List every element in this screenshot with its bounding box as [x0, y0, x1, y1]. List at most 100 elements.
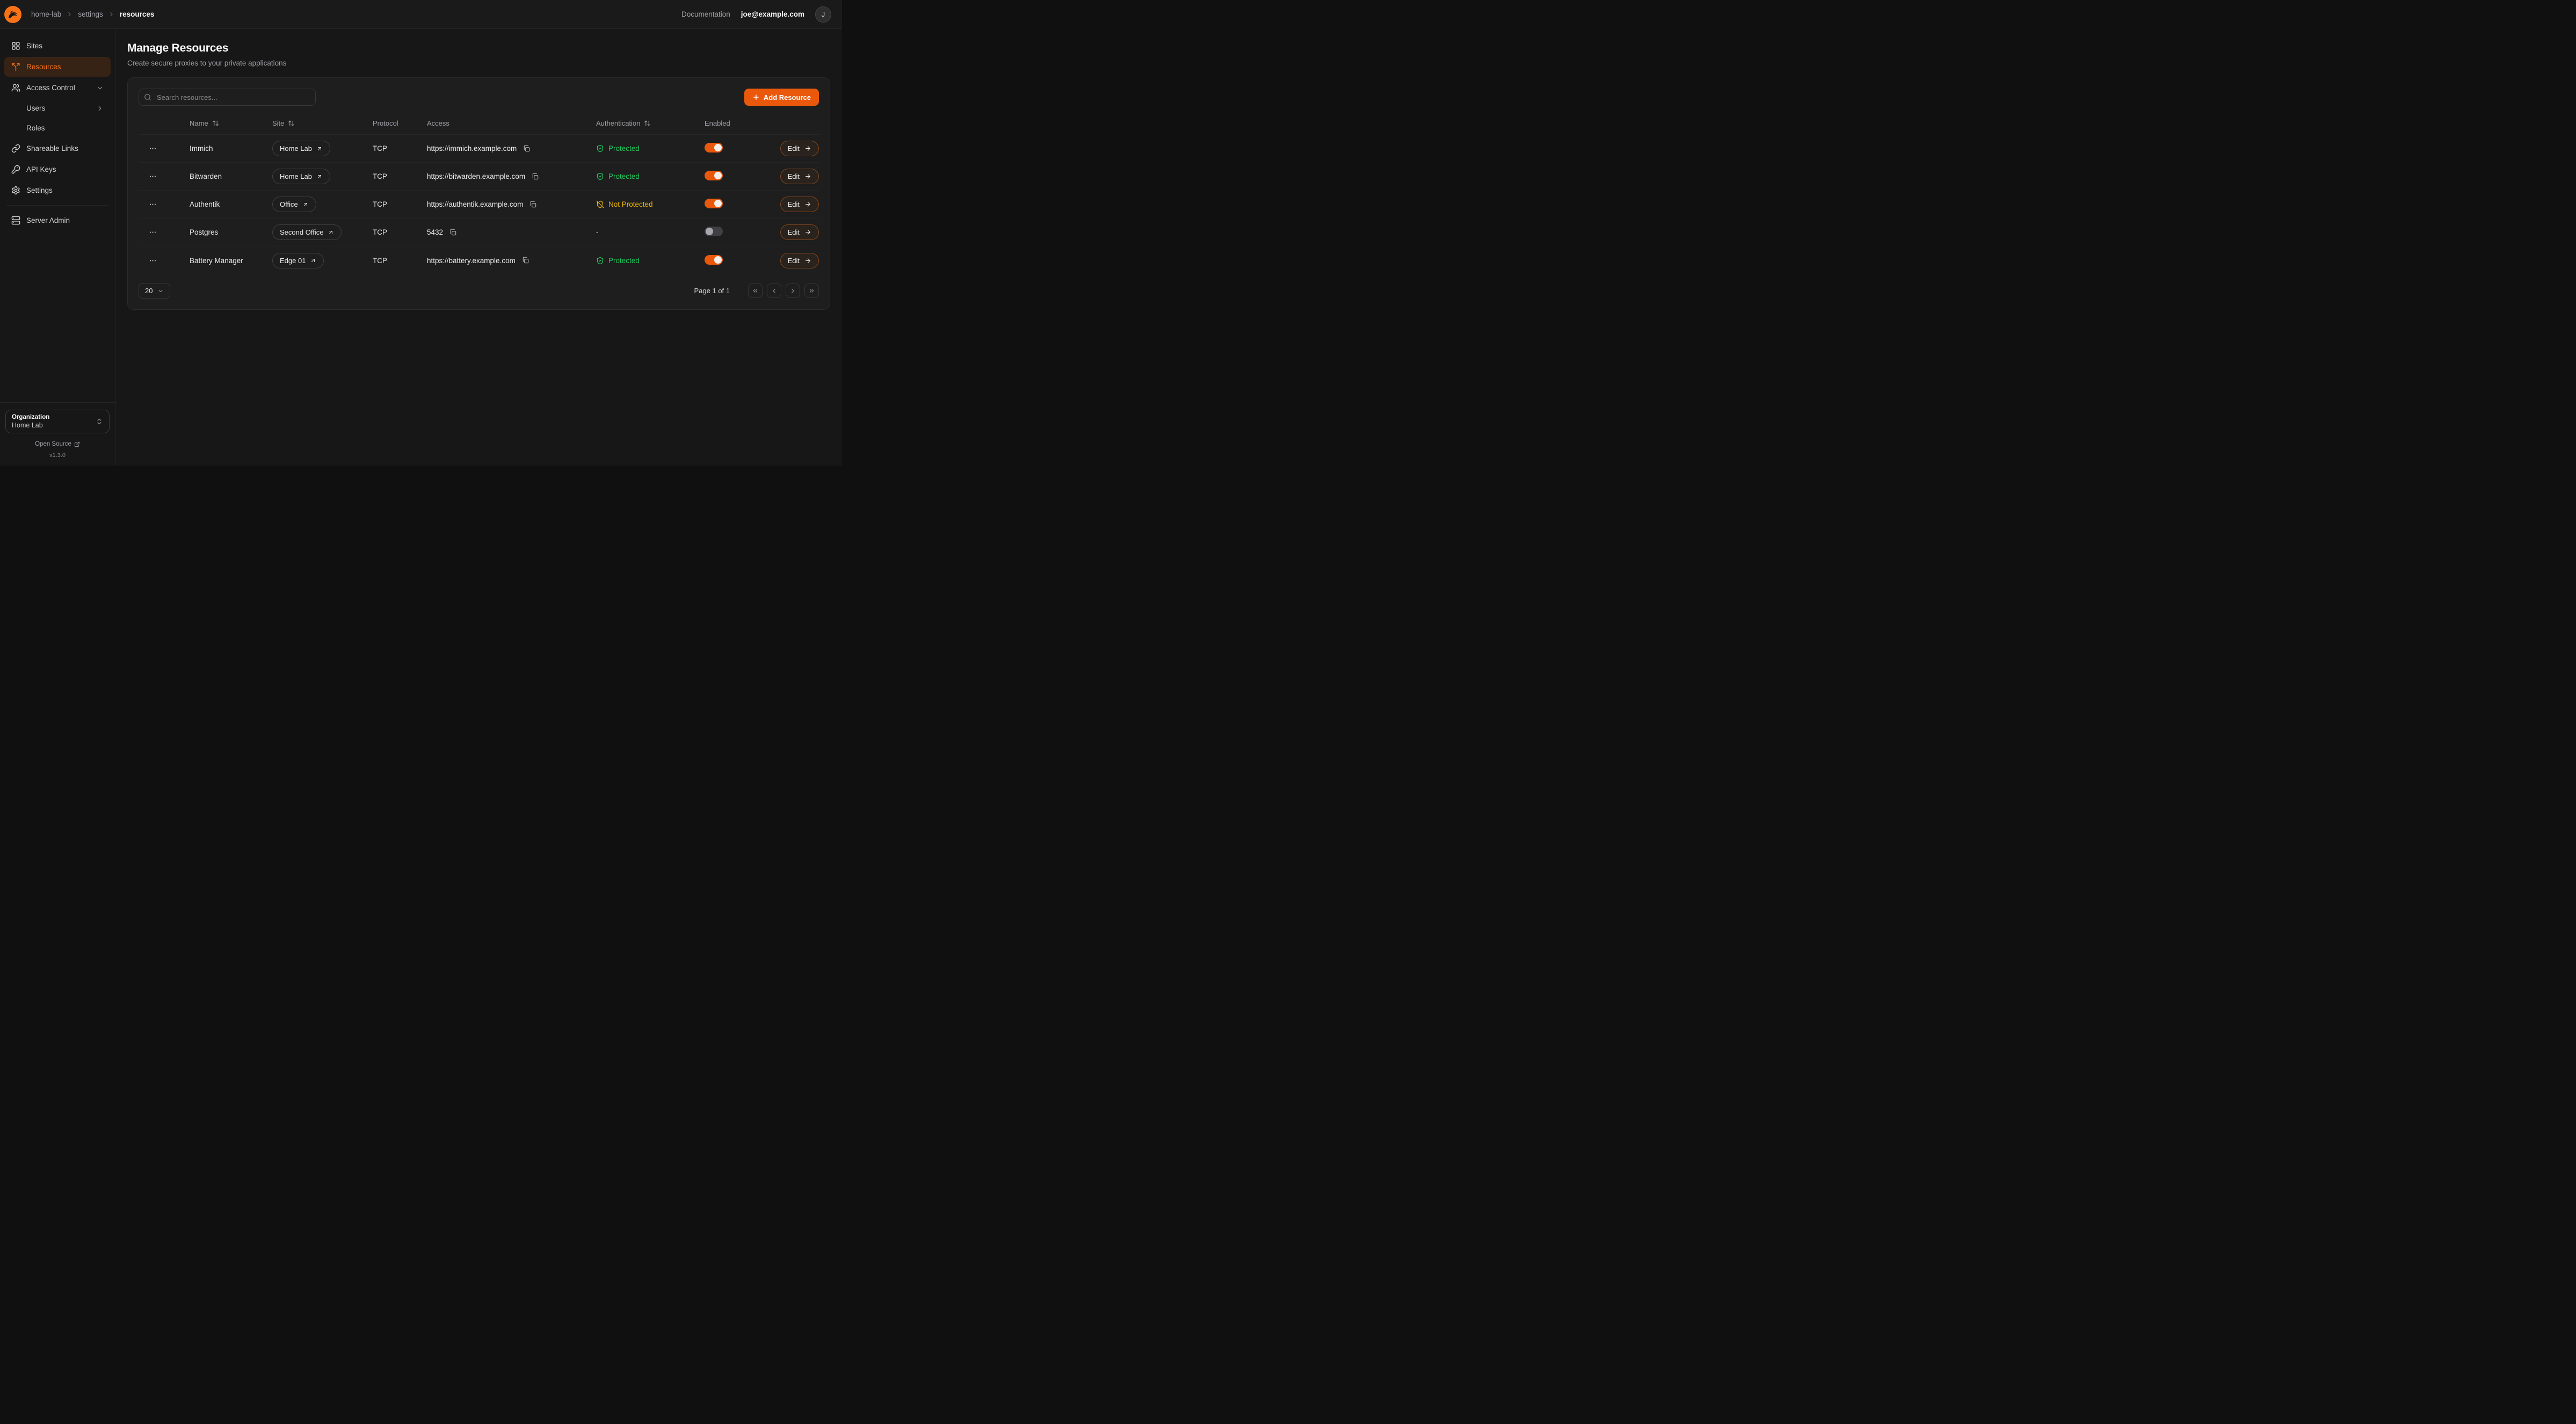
site-link[interactable]: Home Lab — [272, 169, 330, 184]
enabled-toggle[interactable] — [705, 199, 723, 208]
row-menu-cell — [139, 142, 190, 155]
enabled-toggle[interactable] — [705, 143, 723, 152]
add-resource-button[interactable]: Add Resource — [744, 89, 819, 106]
more-horizontal-icon — [149, 257, 157, 265]
page-subtitle: Create secure proxies to your private ap… — [127, 59, 830, 67]
copy-button[interactable] — [521, 256, 531, 265]
edit-button[interactable]: Edit — [780, 197, 819, 212]
page-title: Manage Resources — [127, 42, 830, 55]
row-menu-button[interactable] — [147, 198, 159, 210]
copy-button[interactable] — [522, 144, 532, 154]
site-link[interactable]: Office — [272, 197, 316, 212]
copy-button[interactable] — [448, 228, 458, 237]
pagination-next-button[interactable] — [786, 284, 800, 298]
gear-icon — [11, 186, 20, 195]
chevron-right-icon — [789, 287, 796, 294]
auth-status: Protected — [596, 172, 705, 180]
column-header-name[interactable]: Name — [190, 119, 272, 127]
edit-cell: Edit — [777, 169, 819, 184]
user-avatar[interactable]: J — [815, 6, 831, 23]
edit-button[interactable]: Edit — [780, 224, 819, 240]
edit-button[interactable]: Edit — [780, 253, 819, 268]
copy-button[interactable] — [528, 200, 538, 209]
breadcrumb-item-org[interactable]: home-lab — [31, 10, 61, 18]
sidebar-item-resources[interactable]: Resources — [4, 57, 111, 77]
sidebar-item-sites[interactable]: Sites — [4, 36, 111, 56]
sidebar-footer: Organization Home Lab Open Source v1.3.0 — [0, 402, 115, 466]
row-menu-button[interactable] — [147, 142, 159, 155]
app-logo[interactable] — [4, 5, 22, 24]
open-source-link[interactable]: Open Source — [5, 441, 110, 447]
access-cell: https://immich.example.com — [427, 144, 596, 154]
arrow-up-right-icon — [302, 201, 309, 208]
sidebar-item-users[interactable]: Users — [4, 99, 111, 118]
toggle-knob — [714, 172, 722, 179]
site-cell: Home Lab — [272, 169, 373, 184]
edit-button[interactable]: Edit — [780, 141, 819, 156]
column-header-site[interactable]: Site — [272, 119, 373, 127]
edit-button[interactable]: Edit — [780, 169, 819, 184]
search-box — [139, 89, 316, 106]
chevron-left-icon — [771, 287, 778, 294]
breadcrumb-item-resources[interactable]: resources — [120, 10, 155, 18]
sidebar-item-server-admin[interactable]: Server Admin — [4, 210, 111, 230]
resource-access: https://battery.example.com — [427, 257, 516, 265]
pangolin-logo-icon — [4, 5, 22, 24]
documentation-link[interactable]: Documentation — [681, 10, 730, 18]
row-menu-button[interactable] — [147, 255, 159, 267]
chevrons-right-icon — [808, 287, 815, 294]
organization-selector[interactable]: Organization Home Lab — [5, 410, 110, 433]
breadcrumb-item-settings[interactable]: settings — [78, 10, 103, 18]
table-row: Postgres Second Office TCP 5432 - — [139, 219, 819, 246]
toggle-knob — [714, 256, 722, 264]
row-menu-button[interactable] — [147, 226, 159, 238]
user-email[interactable]: joe@example.com — [741, 10, 804, 18]
resource-access: https://bitwarden.example.com — [427, 172, 525, 180]
page-size-select[interactable]: 20 — [139, 283, 170, 299]
more-horizontal-icon — [149, 228, 157, 236]
sidebar-item-roles[interactable]: Roles — [4, 119, 111, 137]
enabled-toggle[interactable] — [705, 227, 723, 236]
link-icon — [11, 144, 20, 153]
auth-status-label: Protected — [608, 257, 640, 265]
column-label: Site — [272, 119, 284, 127]
organization-value: Home Lab — [12, 422, 49, 429]
sidebar-item-settings[interactable]: Settings — [4, 180, 111, 200]
sidebar-item-access-control[interactable]: Access Control — [4, 78, 111, 98]
pagination-prev-button[interactable] — [767, 284, 781, 298]
shield-check-icon — [596, 257, 604, 265]
chevron-right-icon — [66, 11, 73, 18]
access-cell: 5432 — [427, 228, 596, 237]
toggle-knob — [706, 228, 713, 235]
sidebar-item-api-keys[interactable]: API Keys — [4, 159, 111, 179]
site-link[interactable]: Second Office — [272, 224, 342, 240]
sort-icon — [644, 120, 651, 127]
column-header-authentication[interactable]: Authentication — [596, 119, 705, 127]
site-link[interactable]: Edge 01 — [272, 253, 324, 268]
more-horizontal-icon — [149, 172, 157, 180]
enabled-toggle[interactable] — [705, 255, 723, 265]
edit-button-label: Edit — [788, 228, 800, 236]
pagination-first-button[interactable] — [748, 284, 763, 298]
copy-button[interactable] — [531, 172, 540, 181]
enabled-toggle[interactable] — [705, 171, 723, 180]
column-label: Protocol — [373, 119, 398, 127]
site-link[interactable]: Home Lab — [272, 141, 330, 156]
sidebar-item-shareable-links[interactable]: Shareable Links — [4, 139, 111, 158]
row-menu-cell — [139, 226, 190, 238]
site-link-label: Edge 01 — [280, 257, 306, 265]
copy-icon — [449, 229, 457, 236]
arrow-right-icon — [804, 257, 811, 264]
site-link-label: Second Office — [280, 228, 323, 236]
arrow-right-icon — [804, 201, 811, 208]
row-menu-button[interactable] — [147, 170, 159, 183]
edit-cell: Edit — [777, 224, 819, 240]
site-link-label: Office — [280, 200, 298, 208]
row-menu-cell — [139, 255, 190, 267]
search-input[interactable] — [139, 89, 316, 106]
resource-protocol: TCP — [373, 200, 427, 208]
site-cell: Office — [272, 197, 373, 212]
row-menu-cell — [139, 198, 190, 210]
pagination-last-button[interactable] — [804, 284, 819, 298]
resources-card: Add Resource Name Site Protocol Access — [127, 77, 830, 310]
